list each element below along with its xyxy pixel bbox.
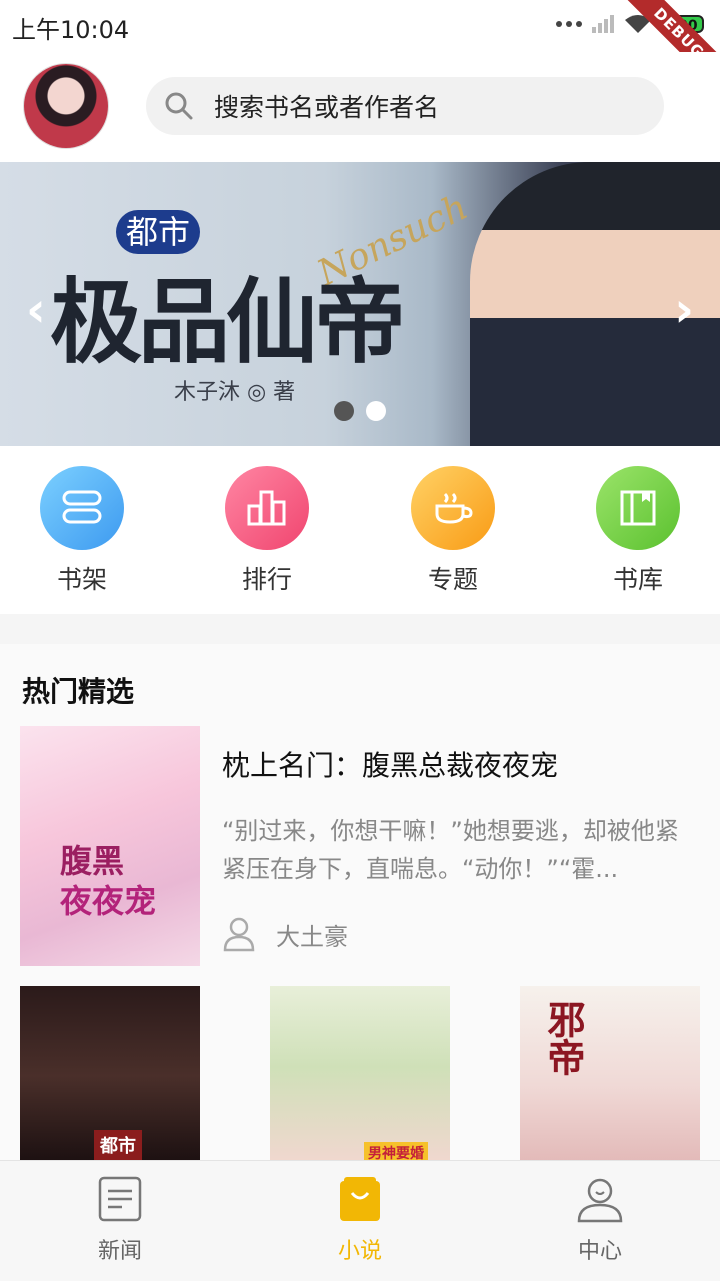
search-bar[interactable]: 搜索书名或者作者名	[146, 77, 664, 135]
category-label: 书架	[56, 565, 107, 594]
news-icon	[98, 1176, 142, 1222]
signal-icon	[592, 15, 614, 33]
coffee-cup-icon	[411, 466, 495, 550]
author-name: 大土豪	[276, 922, 348, 951]
status-bar: 上午10:04 100 DEBUG	[0, 0, 720, 103]
nav-label: 新闻	[97, 1239, 142, 1264]
ranking-icon	[225, 466, 309, 550]
book-cover[interactable]: 都市	[20, 986, 200, 1166]
bottom-navigation: 新闻 小说 中心	[0, 1160, 720, 1281]
banner-author: 木子沐 ◎ 著	[174, 380, 296, 405]
category-shortcuts: 书架 排行 专题 书库	[0, 446, 720, 614]
category-ranking[interactable]: 排行	[207, 466, 327, 596]
nav-item-novel[interactable]: 小说	[300, 1175, 420, 1265]
cover-text: 夜夜宠	[60, 882, 157, 920]
category-label: 专题	[427, 565, 478, 594]
featured-book-cover[interactable]: 腹黑 夜夜宠	[20, 726, 200, 966]
status-time: 上午10:04	[12, 16, 130, 44]
avatar[interactable]	[24, 64, 108, 148]
featured-book-title[interactable]: 枕上名门：腹黑总裁夜夜宠	[222, 744, 558, 784]
search-placeholder: 搜索书名或者作者名	[214, 93, 440, 122]
category-bookshelf[interactable]: 书架	[22, 466, 142, 596]
carousel-page-dot[interactable]	[334, 401, 354, 421]
user-center-icon	[577, 1178, 623, 1223]
featured-book-author: 大土豪	[222, 916, 348, 952]
cover-text: 都市	[94, 1130, 142, 1160]
carousel-next-arrow-icon[interactable]: ›	[674, 282, 694, 338]
carousel-page-dot-active[interactable]	[366, 401, 386, 421]
featured-book-description: “别过来，你想干嘛！”她想要逃，却被他紧紧压在身下，直喘息。“动你！”“霍...	[222, 817, 679, 883]
novel-bag-icon	[340, 1177, 380, 1221]
top-header: 搜索书名或者作者名	[0, 52, 720, 162]
category-label: 排行	[241, 565, 292, 594]
nav-item-center[interactable]: 中心	[540, 1175, 660, 1265]
book-cover[interactable]: 邪帝	[520, 986, 700, 1166]
banner-carousel[interactable]: 都市 Nonsuch 极品仙帝 木子沐 ◎ 著 ‹ ›	[0, 162, 720, 446]
category-topics[interactable]: 专题	[393, 466, 513, 596]
category-library[interactable]: 书库	[578, 466, 698, 596]
search-icon	[165, 92, 193, 120]
library-book-icon	[596, 466, 680, 550]
nav-label: 中心	[577, 1239, 622, 1264]
section-title: 热门精选	[22, 675, 135, 708]
user-icon	[223, 917, 255, 952]
category-label: 书库	[612, 565, 663, 594]
book-cover[interactable]: 男神要婚	[270, 986, 450, 1166]
cover-text: 邪帝	[541, 1000, 586, 1076]
bookshelf-icon	[40, 466, 124, 550]
banner-title: 极品仙帝	[50, 268, 406, 376]
nav-item-news[interactable]: 新闻	[60, 1175, 180, 1265]
nav-label: 小说	[337, 1239, 382, 1264]
hot-picks-section: 热门精选 腹黑 夜夜宠 枕上名门：腹黑总裁夜夜宠 “别过来，你想干嘛！”她想要逃…	[0, 644, 720, 1166]
carousel-prev-arrow-icon[interactable]: ‹	[26, 282, 46, 338]
more-dots-icon	[556, 21, 582, 27]
